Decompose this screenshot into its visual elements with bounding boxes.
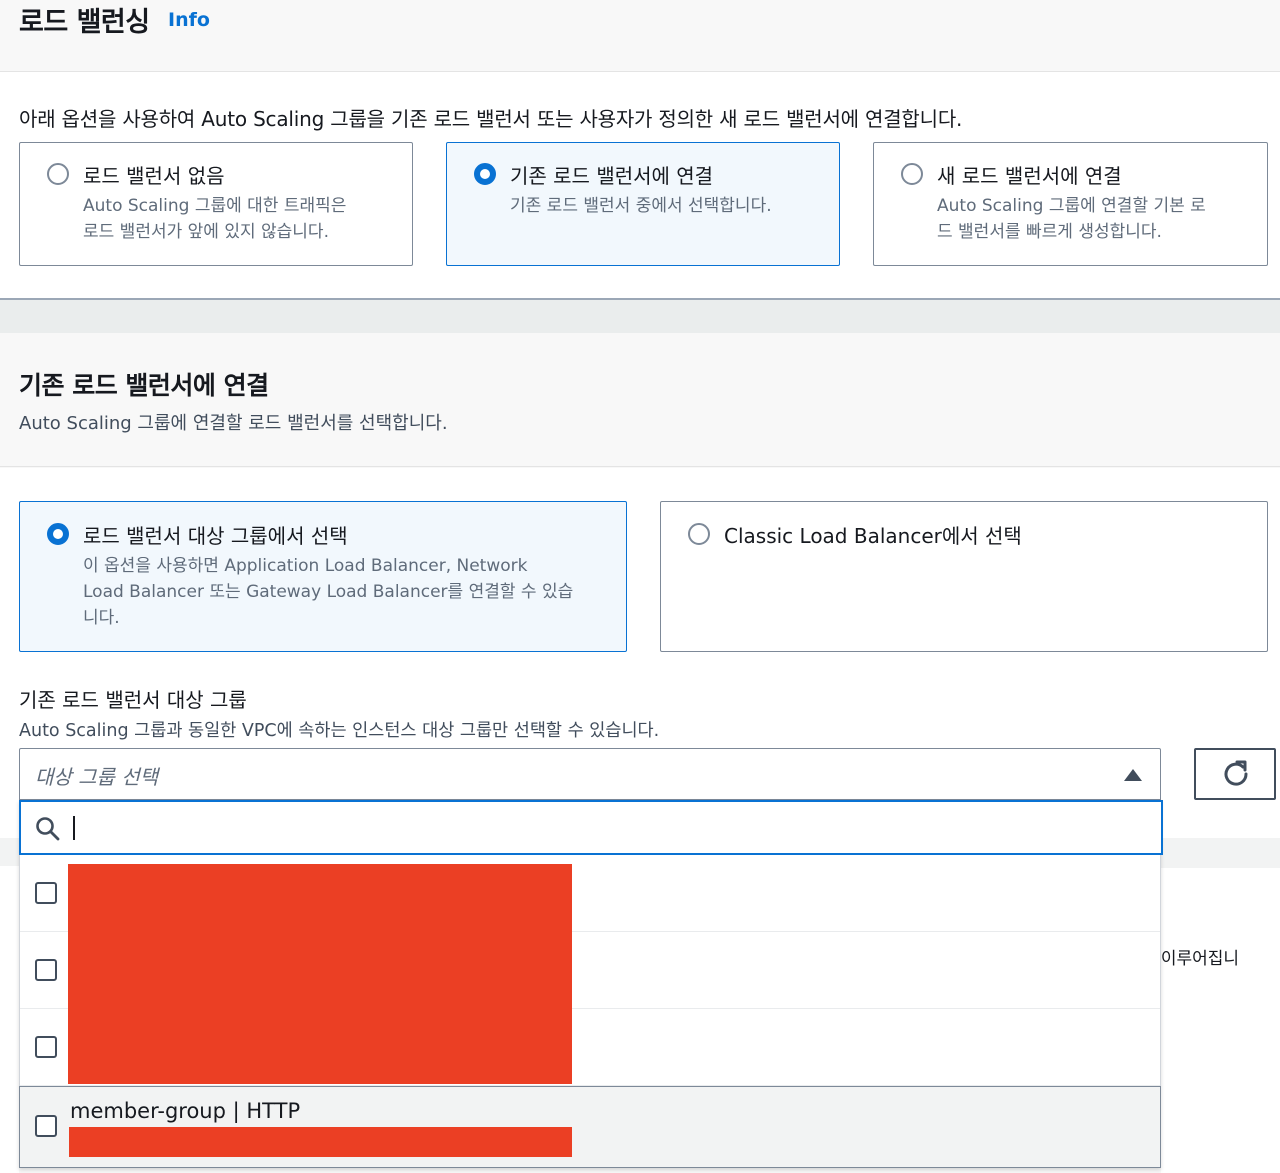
option-checkbox[interactable] [35, 959, 57, 981]
target-group-dropdown: member-group | HTTP [19, 800, 1163, 1168]
option-new-load-balancer[interactable]: 새 로드 밸런서에 연결 Auto Scaling 그룹에 연결할 기본 로 드… [873, 142, 1268, 266]
option-desc: Auto Scaling 그룹에 대한 트래픽은 로드 밸런서가 앞에 있지 않… [83, 193, 346, 245]
radio-attach-existing[interactable] [474, 163, 496, 185]
option-attach-existing[interactable]: 기존 로드 밸런서에 연결 기존 로드 밸런서 중에서 선택합니다. [446, 142, 840, 266]
option-desc: Auto Scaling 그룹에 연결할 기본 로 드 밸런서를 빠르게 생성합… [937, 193, 1206, 245]
option-checkbox[interactable] [35, 1036, 57, 1058]
radio-no-load-balancer[interactable] [47, 163, 69, 185]
background-panel-header [1161, 838, 1280, 868]
load-balancing-description: 아래 옵션을 사용하여 Auto Scaling 그룹을 기존 로드 밸런서 또… [19, 107, 963, 131]
caret-up-icon [1124, 769, 1142, 781]
radio-target-groups[interactable] [47, 523, 69, 545]
load-balancing-title: 로드 밸런싱 [19, 7, 150, 38]
option-desc: 기존 로드 밸런서 중에서 선택합니다. [510, 193, 772, 219]
select-placeholder: 대상 그룹 선택 [35, 765, 159, 789]
option-label: 로드 밸런서 없음 [83, 164, 225, 188]
option-target-groups[interactable]: 로드 밸런서 대상 그룹에서 선택 이 옵션을 사용하면 Application… [19, 501, 627, 652]
option-desc: 이 옵션을 사용하면 Application Load Balancer, Ne… [83, 553, 573, 631]
background-left-strip [0, 838, 19, 1173]
radio-classic-lb[interactable] [688, 523, 710, 545]
option-label: 기존 로드 밸런서에 연결 [510, 164, 714, 188]
option-desc-line: Auto Scaling 그룹에 대한 트래픽은 [83, 196, 347, 216]
background-text-value: 이루어집니 [1160, 949, 1240, 969]
background-panel-bottom [1161, 1028, 1280, 1173]
radio-new-load-balancer[interactable] [901, 163, 923, 185]
option-classic-lb[interactable]: Classic Load Balancer에서 선택 [660, 501, 1268, 652]
redaction-block [68, 864, 572, 1084]
option-checkbox[interactable] [35, 1115, 57, 1137]
background-left-strip-header [0, 838, 19, 866]
search-icon [36, 817, 60, 841]
option-desc-line: Auto Scaling 그룹에 연결할 기본 로 [937, 196, 1206, 216]
target-group-description: Auto Scaling 그룹과 동일한 VPC에 속하는 인스턴스 대상 그룹… [19, 721, 660, 741]
refresh-icon [1224, 760, 1248, 786]
option-desc-line: 로드 밸런서가 앞에 있지 않습니다. [83, 222, 329, 242]
section-separator [0, 300, 1280, 333]
option-desc-line: 기존 로드 밸런서 중에서 선택합니다. [510, 196, 772, 216]
option-no-load-balancer[interactable]: 로드 밸런서 없음 Auto Scaling 그룹에 대한 트래픽은 로드 밸런… [19, 142, 413, 266]
option-checkbox[interactable] [35, 882, 57, 904]
attach-existing-description: Auto Scaling 그룹에 연결할 로드 밸런서를 선택합니다. [19, 413, 448, 434]
option-label: 새 로드 밸런서에 연결 [937, 164, 1122, 188]
option-label: 로드 밸런서 대상 그룹에서 선택 [83, 524, 348, 548]
option-label: Classic Load Balancer에서 선택 [724, 524, 1022, 548]
info-link[interactable]: Info [168, 9, 210, 31]
background-text: ‧ 이루어집니 [1150, 944, 1239, 969]
redaction-block [69, 1127, 572, 1157]
option-desc-line: 니다. [83, 608, 120, 628]
target-group-label: 기존 로드 밸런서 대상 그룹 [19, 688, 247, 712]
option-desc-line: Load Balancer 또는 Gateway Load Balancer를 … [83, 582, 574, 602]
target-group-option-member[interactable]: member-group | HTTP [19, 1086, 1161, 1168]
option-desc-line: 이 옵션을 사용하면 Application Load Balancer, Ne… [83, 556, 528, 576]
attach-existing-title: 기존 로드 밸런서에 연결 [19, 371, 269, 400]
text-cursor [73, 816, 75, 840]
option-label: member-group | HTTP [70, 1099, 301, 1123]
dropdown-search-input[interactable] [19, 800, 1163, 855]
target-group-select[interactable]: 대상 그룹 선택 [19, 748, 1161, 800]
option-desc-line: 드 밸런서를 빠르게 생성합니다. [937, 222, 1162, 242]
refresh-button[interactable] [1194, 748, 1276, 800]
